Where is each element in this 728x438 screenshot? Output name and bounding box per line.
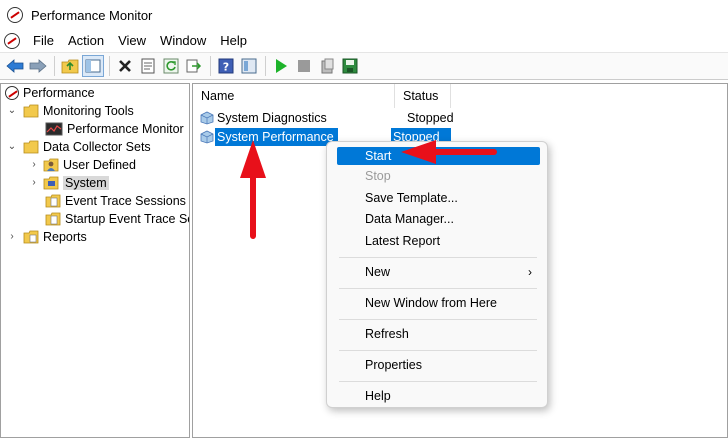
properties-icon[interactable] xyxy=(137,55,159,77)
save-icon[interactable] xyxy=(339,55,361,77)
context-menu: Start Stop Save Template... Data Manager… xyxy=(326,141,548,408)
toolbar-separator xyxy=(265,56,266,76)
menu-item-start[interactable]: Start xyxy=(337,147,540,165)
row-status: Stopped xyxy=(407,111,454,125)
svg-text:?: ? xyxy=(223,61,229,74)
chevron-right-icon[interactable]: › xyxy=(7,232,17,242)
chevron-down-icon[interactable]: ⌄ xyxy=(7,142,17,152)
reports-folder-icon xyxy=(23,230,39,244)
menu-item-save-template[interactable]: Save Template... xyxy=(337,189,540,207)
column-header-name[interactable]: Name xyxy=(193,84,395,108)
menu-item-data-manager[interactable]: Data Manager... xyxy=(337,210,540,228)
menu-separator xyxy=(339,350,537,351)
menu-separator xyxy=(339,319,537,320)
console-tree: Performance ⌄ Monitoring Tools Performan… xyxy=(0,83,190,438)
menu-help[interactable]: Help xyxy=(213,30,254,52)
chevron-right-icon[interactable]: › xyxy=(29,160,39,170)
console-icon[interactable] xyxy=(238,55,260,77)
menu-separator xyxy=(339,381,537,382)
performance-monitor-app-icon xyxy=(7,7,23,23)
toolbar: ? xyxy=(0,52,728,80)
forward-arrow-icon[interactable] xyxy=(27,55,49,77)
menu-view[interactable]: View xyxy=(111,30,153,52)
delete-icon[interactable] xyxy=(114,55,136,77)
system-folder-icon xyxy=(43,176,59,190)
chevron-down-icon[interactable]: ⌄ xyxy=(7,106,17,116)
trace-document-icon xyxy=(45,212,61,226)
list-item-system-diagnostics[interactable]: System Diagnostics Stopped xyxy=(199,109,454,127)
menu-window[interactable]: Window xyxy=(153,30,213,52)
tree-item-reports[interactable]: › Reports xyxy=(7,228,86,246)
tree-item-data-collector-sets[interactable]: ⌄ Data Collector Sets xyxy=(7,138,151,156)
tree-item-performance-monitor[interactable]: Performance Monitor xyxy=(45,120,184,138)
up-folder-icon[interactable] xyxy=(59,55,81,77)
collector-set-icon xyxy=(200,111,214,125)
trace-document-icon xyxy=(45,194,61,208)
tree-item-startup-event-trace-sessions[interactable]: Startup Event Trace Sess xyxy=(45,210,189,228)
menu-item-new-label: New xyxy=(365,265,391,279)
start-icon[interactable] xyxy=(270,55,292,77)
chevron-right-icon: › xyxy=(528,265,532,279)
menu-item-new[interactable]: New › xyxy=(337,263,540,281)
collector-set-icon xyxy=(200,130,214,144)
tree-item-user-defined[interactable]: › User Defined xyxy=(29,156,136,174)
menu-file[interactable]: File xyxy=(26,30,61,52)
show-hide-tree-icon[interactable] xyxy=(82,55,104,77)
tree-item-event-trace-sessions[interactable]: Event Trace Sessions xyxy=(45,192,186,210)
monitor-chart-icon xyxy=(45,122,63,136)
menu-item-help[interactable]: Help xyxy=(337,387,540,405)
window-title: Performance Monitor xyxy=(31,7,153,23)
stop-icon[interactable] xyxy=(293,55,315,77)
menu-item-refresh[interactable]: Refresh xyxy=(337,325,540,343)
toolbar-separator xyxy=(54,56,55,76)
back-arrow-icon[interactable] xyxy=(4,55,26,77)
menu-separator xyxy=(339,257,537,258)
tree-item-performance[interactable]: Performance xyxy=(5,84,95,102)
column-header-status[interactable]: Status xyxy=(395,84,451,108)
user-folder-icon xyxy=(43,158,59,172)
menu-bar: File Action View Window Help xyxy=(0,30,728,52)
refresh-icon[interactable] xyxy=(160,55,182,77)
menu-item-latest-report[interactable]: Latest Report xyxy=(337,232,540,250)
chevron-right-icon[interactable]: › xyxy=(29,178,39,188)
menu-action[interactable]: Action xyxy=(61,30,111,52)
menu-separator xyxy=(339,288,537,289)
menu-item-stop[interactable]: Stop xyxy=(337,167,540,185)
row-name: System Diagnostics xyxy=(217,111,327,125)
toolbar-separator xyxy=(210,56,211,76)
folder-icon xyxy=(23,140,39,154)
menu-item-new-window-from-here[interactable]: New Window from Here xyxy=(337,294,540,312)
tree-item-system[interactable]: › System xyxy=(29,174,109,192)
menu-item-properties[interactable]: Properties xyxy=(337,356,540,374)
title-bar: Performance Monitor xyxy=(0,0,728,30)
system-menu-icon[interactable] xyxy=(4,33,20,49)
toolbar-separator xyxy=(109,56,110,76)
folder-icon xyxy=(23,104,39,118)
new-icon[interactable] xyxy=(316,55,338,77)
export-list-icon[interactable] xyxy=(183,55,205,77)
help-icon[interactable]: ? xyxy=(215,55,237,77)
tree-item-monitoring-tools[interactable]: ⌄ Monitoring Tools xyxy=(7,102,134,120)
row-name: System Performance xyxy=(215,128,338,146)
performance-icon xyxy=(5,86,19,100)
